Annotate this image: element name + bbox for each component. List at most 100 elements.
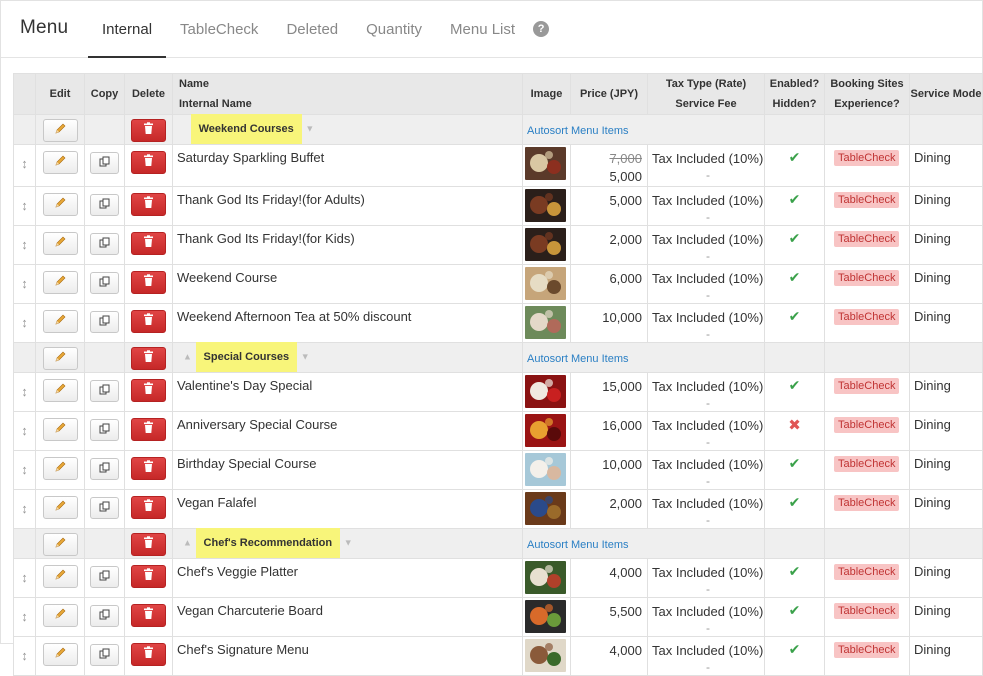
drag-handle[interactable]: ↕ xyxy=(13,144,36,187)
group-edit-button[interactable] xyxy=(42,533,78,556)
tax-cell: Tax Included (10%) - xyxy=(647,186,765,226)
delete-button[interactable] xyxy=(131,457,166,480)
delete-button[interactable] xyxy=(131,418,166,441)
copy-cell xyxy=(84,303,125,343)
table-row[interactable]: ↕ Vegan Falafel 2,000 Tax Included (10%)… xyxy=(13,489,983,529)
pencil-icon xyxy=(54,500,67,515)
group-delete-button[interactable] xyxy=(131,533,166,556)
table-row[interactable]: ↕ Weekend Course 6,000 Tax Included (10%… xyxy=(13,264,983,304)
table-row[interactable]: ↕ Chef's Veggie Platter 4,000 Tax Includ… xyxy=(13,558,983,598)
delete-button[interactable] xyxy=(131,379,166,402)
group-delete-button[interactable] xyxy=(131,347,166,370)
pencil-icon xyxy=(54,123,67,138)
price-cell: 5,500 xyxy=(570,597,648,637)
copy-button[interactable] xyxy=(90,566,119,588)
delete-button[interactable] xyxy=(131,565,166,588)
group-edit-button[interactable] xyxy=(42,119,78,142)
edit-button[interactable] xyxy=(42,271,78,294)
delete-button[interactable] xyxy=(131,310,166,333)
autosort-link[interactable]: Autosort Menu Items xyxy=(523,539,629,551)
drag-handle[interactable]: ↕ xyxy=(13,303,36,343)
edit-button[interactable] xyxy=(42,643,78,666)
copy-button[interactable] xyxy=(90,644,119,666)
tab-quantity[interactable]: Quantity xyxy=(352,1,436,58)
table-row[interactable]: ↕ Anniversary Special Course 16,000 Tax … xyxy=(13,411,983,451)
move-up-icon[interactable]: ▲ xyxy=(183,352,192,362)
edit-button[interactable] xyxy=(42,379,78,402)
table-row[interactable]: ↕ Weekend Afternoon Tea at 50% discount … xyxy=(13,303,983,343)
drag-handle[interactable]: ↕ xyxy=(13,186,36,226)
edit-button[interactable] xyxy=(42,457,78,480)
delete-button[interactable] xyxy=(131,232,166,255)
group-empty-cell xyxy=(824,528,910,559)
enabled-check-icon: ✔ xyxy=(764,597,825,637)
copy-button[interactable] xyxy=(90,497,119,519)
group-edit-button[interactable] xyxy=(42,347,78,370)
drag-handle[interactable]: ↕ xyxy=(13,636,36,676)
delete-button[interactable] xyxy=(131,193,166,216)
move-up-icon[interactable]: ▲ xyxy=(183,538,192,548)
copy-button[interactable] xyxy=(90,194,119,216)
edit-button[interactable] xyxy=(42,604,78,627)
delete-button[interactable] xyxy=(131,496,166,519)
copy-button[interactable] xyxy=(90,605,119,627)
drag-handle[interactable]: ↕ xyxy=(13,450,36,490)
drag-handle[interactable]: ↕ xyxy=(13,225,36,265)
table-row[interactable]: ↕ Thank God Its Friday!(for Adults) 5,00… xyxy=(13,186,983,226)
delete-button[interactable] xyxy=(131,271,166,294)
copy-button[interactable] xyxy=(90,380,119,402)
table-row[interactable]: ↕ Valentine's Day Special 15,000 Tax Inc… xyxy=(13,372,983,412)
edit-button[interactable] xyxy=(42,151,78,174)
drag-handle[interactable]: ↕ xyxy=(13,597,36,637)
move-down-icon[interactable]: ▼ xyxy=(305,124,314,134)
edit-cell xyxy=(35,144,85,187)
top-bar: Menu Internal TableCheck Deleted Quantit… xyxy=(1,1,982,58)
drag-handle[interactable]: ↕ xyxy=(13,489,36,529)
group-delete-button[interactable] xyxy=(131,119,166,142)
edit-button[interactable] xyxy=(42,418,78,441)
copy-button[interactable] xyxy=(90,152,119,174)
autosort-link[interactable]: Autosort Menu Items xyxy=(523,125,629,137)
table-row[interactable]: ↕ Thank God Its Friday!(for Kids) 2,000 … xyxy=(13,225,983,265)
tax-cell: Tax Included (10%) - xyxy=(647,225,765,265)
tax-cell: Tax Included (10%) - xyxy=(647,597,765,637)
delete-button[interactable] xyxy=(131,604,166,627)
delete-cell xyxy=(124,489,173,529)
edit-button[interactable] xyxy=(42,310,78,333)
move-down-icon[interactable]: ▼ xyxy=(301,352,310,362)
trash-icon xyxy=(143,122,154,138)
copy-button[interactable] xyxy=(90,311,119,333)
drag-handle[interactable]: ↕ xyxy=(13,264,36,304)
table-row[interactable]: ↕ Saturday Sparkling Buffet 7,000 5,000 … xyxy=(13,144,983,187)
help-icon[interactable]: ? xyxy=(533,21,550,37)
copy-icon xyxy=(99,422,110,437)
menu-item-image xyxy=(525,492,566,525)
tab-tablecheck[interactable]: TableCheck xyxy=(166,1,272,58)
menu-item-image xyxy=(525,228,566,261)
delete-button[interactable] xyxy=(131,643,166,666)
copy-button[interactable] xyxy=(90,233,119,255)
tab-menu-list[interactable]: Menu List xyxy=(436,1,529,58)
copy-button[interactable] xyxy=(90,419,119,441)
autosort-link[interactable]: Autosort Menu Items xyxy=(523,353,629,365)
move-down-icon[interactable]: ▼ xyxy=(344,538,353,548)
tab-deleted[interactable]: Deleted xyxy=(272,1,352,58)
table-row[interactable]: ↕ Birthday Special Course 10,000 Tax Inc… xyxy=(13,450,983,490)
tab-internal[interactable]: Internal xyxy=(88,1,167,58)
group-label: Special Courses xyxy=(195,342,298,372)
edit-button[interactable] xyxy=(42,565,78,588)
edit-button[interactable] xyxy=(42,232,78,255)
drag-handle[interactable]: ↕ xyxy=(13,411,36,451)
drag-handle[interactable]: ↕ xyxy=(13,558,36,598)
copy-button[interactable] xyxy=(90,272,119,294)
drag-handle[interactable]: ↕ xyxy=(13,372,36,412)
service-fee: - xyxy=(706,327,710,341)
group-name-cell: ▲ Chef's Recommendation ▼ xyxy=(172,528,523,559)
delete-button[interactable] xyxy=(131,151,166,174)
copy-button[interactable] xyxy=(90,458,119,480)
edit-button[interactable] xyxy=(42,496,78,519)
table-row[interactable]: ↕ Vegan Charcuterie Board 5,500 Tax Incl… xyxy=(13,597,983,637)
table-row[interactable]: ↕ Chef's Signature Menu 4,000 Tax Includ… xyxy=(13,636,983,676)
copy-cell xyxy=(84,186,125,226)
edit-button[interactable] xyxy=(42,193,78,216)
